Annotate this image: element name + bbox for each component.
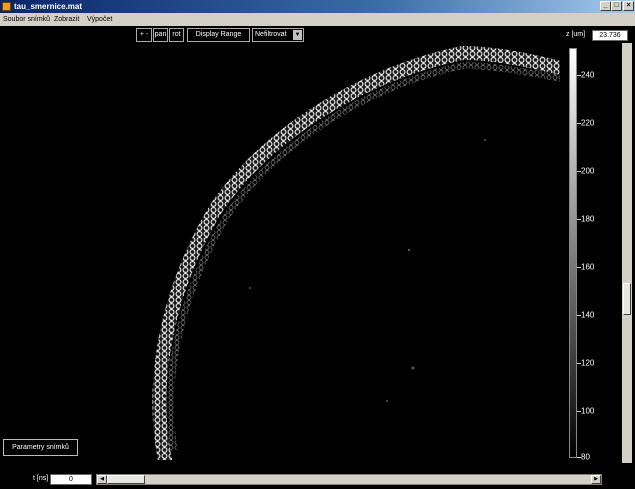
colorbar-label: 160	[581, 262, 595, 272]
microscope-image[interactable]	[0, 45, 560, 460]
z-label: z [um]	[566, 31, 586, 38]
colorbar-label: 100	[581, 406, 595, 416]
app-icon	[2, 2, 11, 11]
menu-vypocet[interactable]: Výpočet	[87, 14, 112, 25]
pan-button[interactable]: pan	[153, 28, 168, 42]
scroll-right-icon[interactable]: ▶	[591, 475, 601, 484]
scroll-left-icon[interactable]: ◀	[97, 475, 107, 484]
colorbar-label: 180	[581, 214, 595, 224]
time-scrollbar[interactable]: ◀ ▶	[96, 474, 602, 485]
vertical-scroll-thumb[interactable]	[623, 283, 631, 315]
menu-bar: Soubor snímků Zobrazit Výpočet	[0, 13, 635, 26]
window-title: tau_smernice.mat	[14, 2, 83, 11]
dropdown-arrow-icon[interactable]: ▼	[293, 30, 302, 40]
colorbar-label: 220	[581, 118, 595, 128]
rot-button[interactable]: rot	[169, 28, 184, 42]
parameters-button[interactable]: Parametry snímků	[3, 439, 78, 456]
menu-soubor[interactable]: Soubor snímků	[3, 14, 50, 25]
title-bar: tau_smernice.mat _ □ ×	[0, 0, 635, 13]
vertical-scrollbar[interactable]	[622, 43, 632, 463]
filter-select-value: Nefiltrovat	[255, 31, 287, 38]
colorbar-label: 240	[581, 70, 595, 80]
z-input[interactable]: 23.736	[592, 30, 628, 41]
zoom-button[interactable]: + -	[136, 28, 152, 42]
minimize-icon[interactable]: _	[600, 1, 611, 11]
time-scroll-thumb[interactable]	[107, 475, 145, 484]
maximize-icon[interactable]: □	[611, 1, 622, 11]
filter-select[interactable]: Nefiltrovat ▼	[252, 28, 304, 42]
colorbar	[569, 48, 577, 458]
colorbar-label: 140	[581, 310, 595, 320]
close-icon[interactable]: ×	[623, 1, 634, 11]
menu-zobrazit[interactable]: Zobrazit	[54, 14, 79, 25]
time-input[interactable]: 0	[50, 474, 92, 485]
time-label: t [ns]	[33, 475, 49, 482]
colorbar-label: 80	[581, 452, 590, 462]
colorbar-label: 120	[581, 358, 595, 368]
colorbar-label: 200	[581, 166, 595, 176]
display-range-button[interactable]: Display Range	[187, 28, 250, 42]
